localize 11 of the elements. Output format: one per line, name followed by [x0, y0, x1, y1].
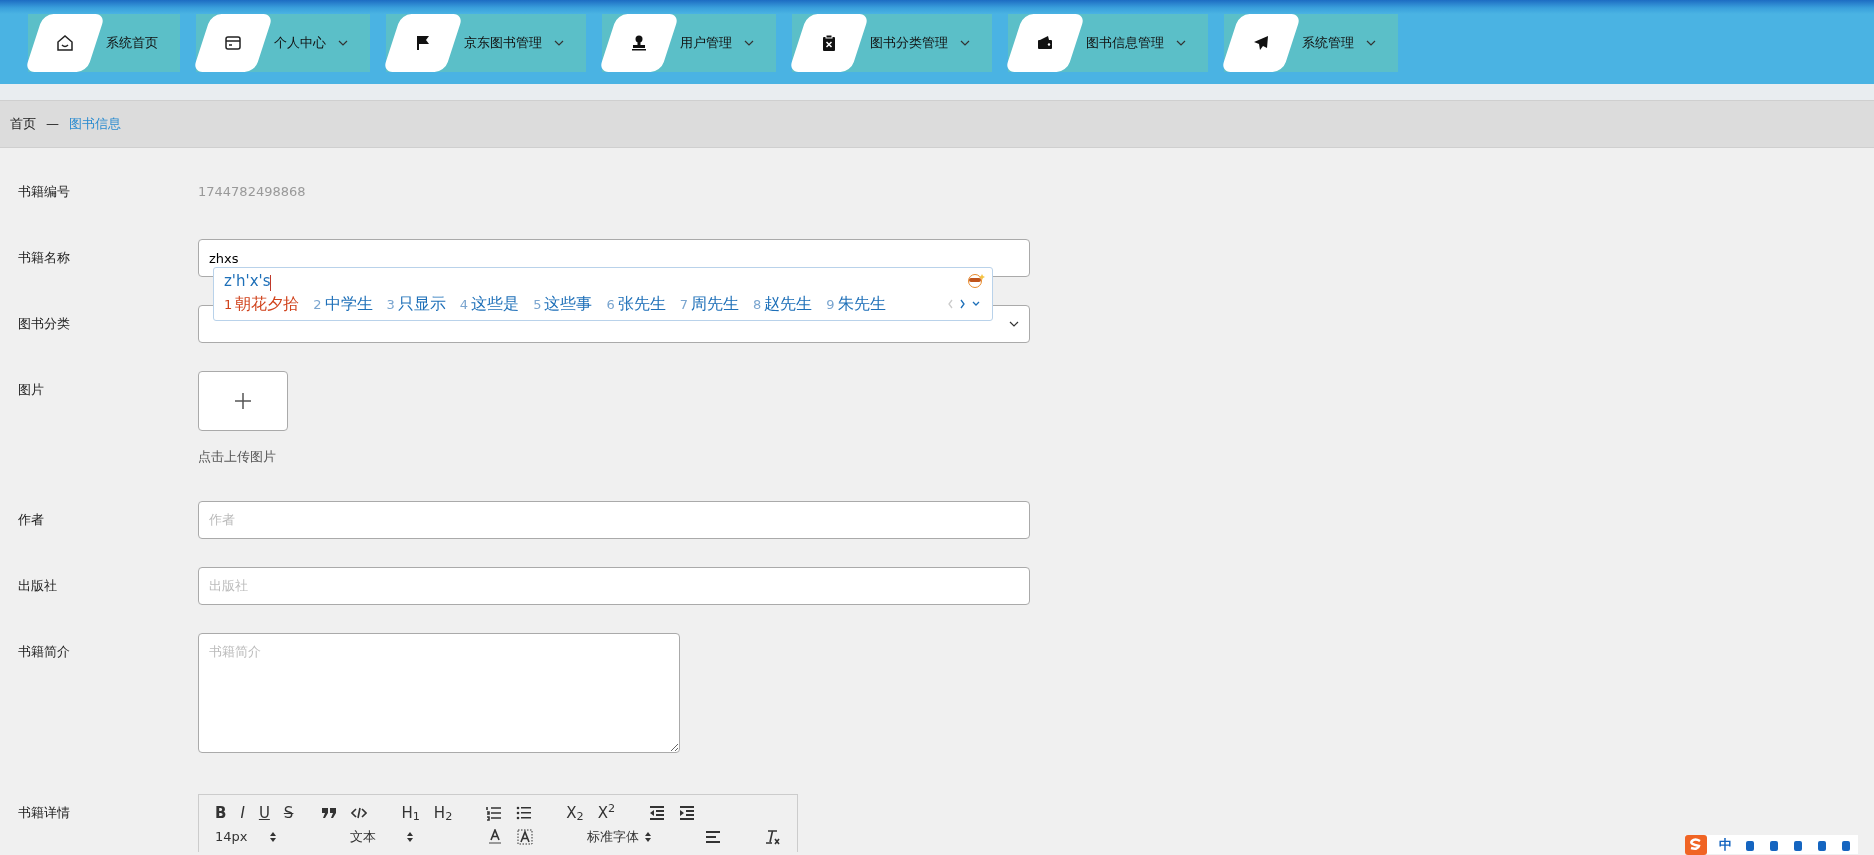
- upload-hint: 点击上传图片: [198, 448, 277, 466]
- field-label: 图书分类: [18, 315, 71, 333]
- field-label: 图片: [18, 381, 45, 399]
- field-label: 书籍编号: [18, 183, 71, 201]
- field-label: 书籍名称: [18, 249, 71, 267]
- field-label: 作者: [18, 510, 45, 529]
- field-label: 书籍详情: [18, 804, 71, 822]
- breadcrumb-separator: —: [46, 115, 59, 134]
- field-value: 1744782498868: [198, 183, 306, 201]
- field-label: 出版社: [18, 576, 58, 595]
- field-label: 书籍简介: [18, 642, 71, 661]
